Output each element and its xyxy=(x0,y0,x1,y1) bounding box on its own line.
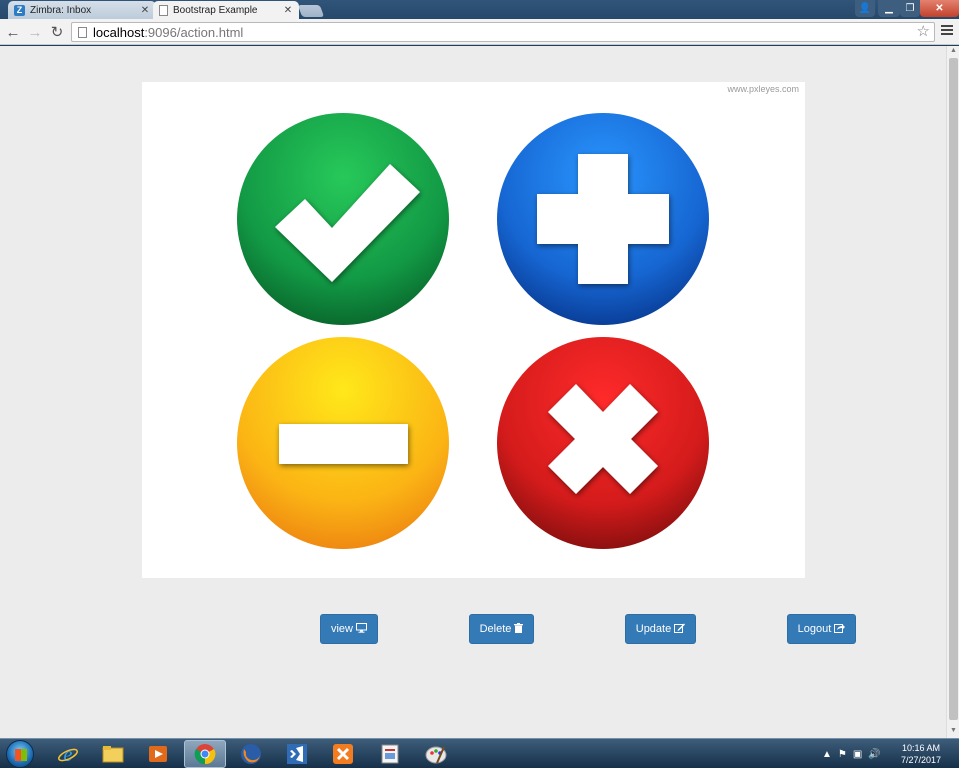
scroll-up-arrow-icon[interactable]: ▲ xyxy=(949,47,958,57)
file-explorer-icon[interactable] xyxy=(92,740,134,768)
url-host: localhost xyxy=(93,24,145,40)
volume-icon[interactable]: 🔊 xyxy=(868,749,880,760)
update-button[interactable]: Update xyxy=(625,614,696,644)
view-button-label: view xyxy=(330,623,353,635)
trash-icon xyxy=(514,622,524,636)
windows-logo-icon xyxy=(15,749,27,761)
check-circle-icon xyxy=(237,113,449,325)
image-watermark: www.pxleyes.com xyxy=(727,84,799,94)
xampp-icon[interactable] xyxy=(322,740,364,768)
update-button-label: Update xyxy=(635,623,672,635)
start-button[interactable] xyxy=(6,740,34,768)
edit-icon xyxy=(674,623,686,636)
tab-label: Bootstrap Example xyxy=(173,4,258,16)
back-arrow-icon[interactable]: ← xyxy=(5,23,21,41)
menu-icon[interactable] xyxy=(941,25,953,37)
tab-label: Zimbra: Inbox xyxy=(30,4,92,16)
bookmark-star-icon[interactable]: ☆ xyxy=(917,23,930,41)
page-icon xyxy=(159,4,168,16)
vertical-scrollbar[interactable]: ▲ ▼ xyxy=(946,46,959,738)
close-window-button[interactable]: ✕ xyxy=(920,0,959,17)
forward-arrow-icon[interactable]: → xyxy=(27,23,43,41)
action-icons-graphic xyxy=(237,113,709,549)
clock-time: 10:16 AM xyxy=(901,743,941,753)
taskbar-clock[interactable]: 10:16 AM 7/27/2017 xyxy=(892,742,950,766)
minus-circle-icon xyxy=(237,337,449,549)
action-center-flag-icon[interactable]: ⚑ xyxy=(838,749,847,760)
minimize-button[interactable]: ▁ xyxy=(878,0,900,17)
visual-studio-icon[interactable] xyxy=(276,740,318,768)
logout-button-label: Logout xyxy=(797,623,832,635)
scrollbar-thumb[interactable] xyxy=(949,58,958,720)
firefox-icon[interactable] xyxy=(230,740,272,768)
view-button[interactable]: view xyxy=(320,614,378,644)
scroll-down-arrow-icon[interactable]: ▼ xyxy=(949,727,958,737)
title-bar: Z Zimbra: Inbox ✕ Bootstrap Example ✕ 👤 … xyxy=(0,0,959,19)
share-icon xyxy=(834,623,846,636)
windows-taskbar: e ▲ ⚑ ▣ 🔊 10:16 AM 7/27/2017 xyxy=(0,738,959,768)
document-icon[interactable] xyxy=(369,740,411,768)
clock-date: 7/27/2017 xyxy=(900,755,942,765)
network-icon[interactable]: ▣ xyxy=(853,749,862,760)
chrome-icon[interactable] xyxy=(184,740,226,768)
action-icons-image: www.pxleyes.com xyxy=(142,82,805,578)
browser-toolbar: ← → ↻ localhost:9096/action.html ☆ xyxy=(0,19,959,45)
plus-circle-icon xyxy=(497,113,709,325)
delete-button[interactable]: Delete xyxy=(469,614,534,644)
media-player-icon[interactable] xyxy=(137,740,179,768)
page-viewport: www.pxleyes.com view Delete Update Logou… xyxy=(0,46,946,738)
tab-zimbra-inbox[interactable]: Z Zimbra: Inbox ✕ xyxy=(8,1,156,19)
zimbra-icon: Z xyxy=(14,4,25,16)
close-icon[interactable]: ✕ xyxy=(140,5,150,16)
x-circle-icon xyxy=(497,337,709,549)
system-tray: ▲ ⚑ ▣ 🔊 xyxy=(822,743,881,765)
show-hidden-icons-icon[interactable]: ▲ xyxy=(822,749,832,760)
new-tab-button[interactable] xyxy=(297,5,325,17)
maximize-button[interactable]: ❐ xyxy=(900,0,920,17)
svg-text:e: e xyxy=(64,744,73,765)
url-path: :9096/action.html xyxy=(144,24,244,40)
internet-explorer-icon[interactable]: e xyxy=(47,740,89,768)
reload-icon[interactable]: ↻ xyxy=(49,23,65,41)
address-bar[interactable]: localhost:9096/action.html ☆ xyxy=(71,22,935,42)
delete-button-label: Delete xyxy=(479,623,512,635)
paint-icon[interactable] xyxy=(415,740,457,768)
close-icon[interactable]: ✕ xyxy=(283,5,293,16)
desktop-icon xyxy=(356,622,367,636)
tab-bootstrap-example[interactable]: Bootstrap Example ✕ xyxy=(153,1,299,19)
page-icon xyxy=(78,26,87,38)
logout-button[interactable]: Logout xyxy=(787,614,856,644)
user-icon[interactable]: 👤 xyxy=(855,0,875,17)
